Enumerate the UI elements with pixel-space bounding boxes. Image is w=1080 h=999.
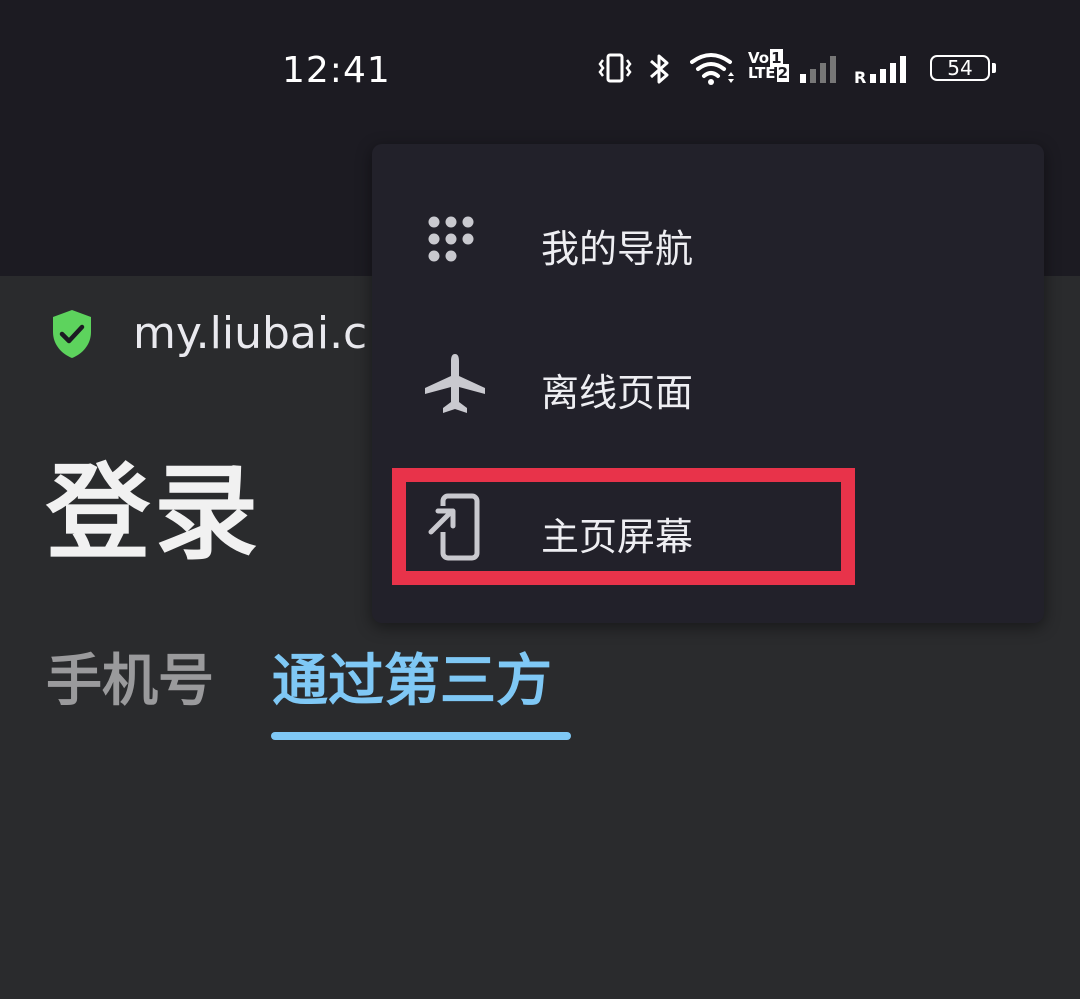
url-text[interactable]: my.liubai.c <box>133 308 367 359</box>
overflow-menu: 我的导航 离线页面 主页屏幕 <box>372 144 1044 623</box>
menu-item-label: 离线页面 <box>541 371 694 415</box>
menu-item-my-navigation[interactable]: 我的导航 <box>372 170 1044 314</box>
roaming-indicator: R <box>854 68 867 87</box>
tab-third-party[interactable]: 通过第三方 <box>272 636 552 717</box>
menu-item-label: 主页屏幕 <box>541 515 694 559</box>
page-title: 登录 <box>46 452 263 574</box>
menu-item-home-screen[interactable]: 主页屏幕 <box>372 458 1044 602</box>
status-bar: 12:41 Vo 1 LTE 2 R 54 <box>0 0 1080 140</box>
signal-icon <box>800 56 836 83</box>
tab-phone[interactable]: 手机号 <box>46 636 214 717</box>
status-time: 12:41 <box>282 50 391 91</box>
airplane-icon <box>425 354 485 413</box>
add-to-home-screen-icon <box>428 493 480 561</box>
menu-item-offline-pages[interactable]: 离线页面 <box>372 314 1044 458</box>
apps-grid-icon <box>428 216 474 262</box>
sim2-badge: 2 <box>776 64 789 82</box>
signal-icon <box>870 56 906 83</box>
vibrate-icon <box>598 53 632 83</box>
menu-item-label: 我的导航 <box>541 227 694 271</box>
active-tab-indicator <box>271 732 571 740</box>
battery-tip <box>992 63 996 73</box>
wifi-icon <box>690 53 734 85</box>
shield-check-icon <box>53 310 91 358</box>
bluetooth-icon <box>650 54 669 84</box>
battery-icon: 54 <box>930 55 990 81</box>
volte-indicator: Vo 1 LTE 2 <box>748 49 789 82</box>
